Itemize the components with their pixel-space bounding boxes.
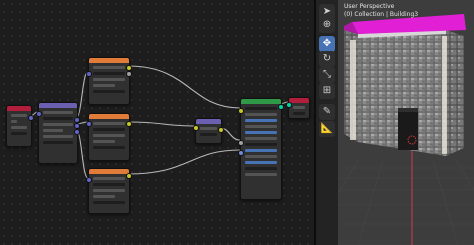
node-row xyxy=(245,137,277,140)
node-header xyxy=(89,58,129,63)
node-row xyxy=(93,146,125,149)
node-row xyxy=(245,125,277,128)
annotate-icon[interactable]: ✎ xyxy=(319,104,335,120)
node-row xyxy=(93,189,125,192)
input-socket[interactable] xyxy=(238,150,244,156)
input-socket[interactable] xyxy=(86,121,92,127)
link-tex1-to-bsdf xyxy=(127,65,241,109)
3d-viewport[interactable]: User Perspective (0) Collection | Buildi… xyxy=(338,0,474,245)
node-header xyxy=(7,106,31,111)
input-socket[interactable] xyxy=(238,108,244,114)
viewport-collection-label: (0) Collection | Building3 xyxy=(344,11,419,18)
node-row xyxy=(245,155,277,158)
node-row xyxy=(200,127,217,130)
node-header xyxy=(89,169,129,174)
node-row xyxy=(43,123,73,126)
texture-node-1[interactable] xyxy=(86,57,132,105)
output-socket[interactable] xyxy=(126,71,132,77)
node-row xyxy=(245,167,277,170)
node-editor[interactable] xyxy=(0,0,314,245)
node-header xyxy=(289,98,309,103)
node-row xyxy=(11,120,17,123)
material-output-node[interactable] xyxy=(286,97,310,119)
node-row xyxy=(93,122,125,125)
mix-node[interactable] xyxy=(193,118,224,144)
viewport-perspective-label: User Perspective xyxy=(344,3,395,10)
transform-icon[interactable]: ⊞ xyxy=(319,83,335,99)
node-row xyxy=(93,134,125,137)
node-row xyxy=(43,141,73,144)
node-row xyxy=(11,114,27,117)
input-socket[interactable] xyxy=(286,102,292,108)
node-row xyxy=(93,183,125,186)
node-row xyxy=(245,173,277,176)
measure-icon[interactable]: 📐 xyxy=(319,121,335,137)
node-row xyxy=(93,140,115,143)
move-icon[interactable]: ✥ xyxy=(319,36,335,52)
scale-icon[interactable]: ⤡ xyxy=(319,67,335,83)
node-row xyxy=(43,111,73,114)
node-row xyxy=(293,112,305,115)
node-row xyxy=(245,143,277,146)
node-header xyxy=(39,103,77,108)
node-row xyxy=(43,129,63,132)
node-header xyxy=(241,99,281,104)
output-socket[interactable] xyxy=(126,173,132,179)
output-socket[interactable] xyxy=(218,127,224,133)
node-header xyxy=(196,119,221,124)
output-socket[interactable] xyxy=(126,121,132,127)
node-row xyxy=(93,201,125,204)
building-mesh xyxy=(344,14,466,156)
node-row xyxy=(200,133,217,136)
node-row xyxy=(293,106,305,109)
node-row xyxy=(93,72,125,75)
node-row xyxy=(93,78,125,81)
node-row xyxy=(245,119,277,122)
input-socket[interactable] xyxy=(193,125,199,131)
node-row xyxy=(245,113,277,116)
node-row xyxy=(93,177,125,180)
math-node[interactable] xyxy=(36,102,80,164)
node-row xyxy=(93,195,115,198)
node-row xyxy=(11,132,27,135)
node-row xyxy=(93,128,125,131)
node-row xyxy=(245,149,277,152)
output-socket[interactable] xyxy=(278,104,284,110)
input-socket[interactable] xyxy=(36,111,42,117)
node-row xyxy=(43,135,73,138)
node-row xyxy=(245,161,277,164)
output-socket[interactable] xyxy=(28,115,34,121)
rotate-icon[interactable]: ↻ xyxy=(319,51,335,67)
3d-cursor-icon[interactable]: ⊕ xyxy=(319,17,335,33)
group-input-node[interactable] xyxy=(6,105,34,147)
viewport-scene xyxy=(338,14,474,245)
node-row xyxy=(93,66,125,69)
floor-grid xyxy=(338,159,474,245)
node-row xyxy=(245,107,277,110)
input-socket[interactable] xyxy=(86,177,92,183)
link-tex2-to-mix xyxy=(127,121,196,127)
principled-bsdf-node[interactable] xyxy=(238,98,284,200)
input-socket[interactable] xyxy=(86,71,92,77)
link-tex3-to-bsdf xyxy=(127,149,241,175)
node-row xyxy=(245,131,277,134)
node-header xyxy=(89,114,129,119)
tool-shelf: ➤ ⊕ ✥ ↻ ⤡ ⊞ ✎ 📐 xyxy=(316,0,339,245)
output-socket[interactable] xyxy=(74,129,80,135)
node-row xyxy=(11,126,27,129)
texture-node-3[interactable] xyxy=(86,168,132,214)
node-row xyxy=(93,90,125,93)
input-socket[interactable] xyxy=(238,140,244,146)
node-row xyxy=(93,84,115,87)
node-row xyxy=(43,117,73,120)
texture-node-2[interactable] xyxy=(86,113,132,161)
